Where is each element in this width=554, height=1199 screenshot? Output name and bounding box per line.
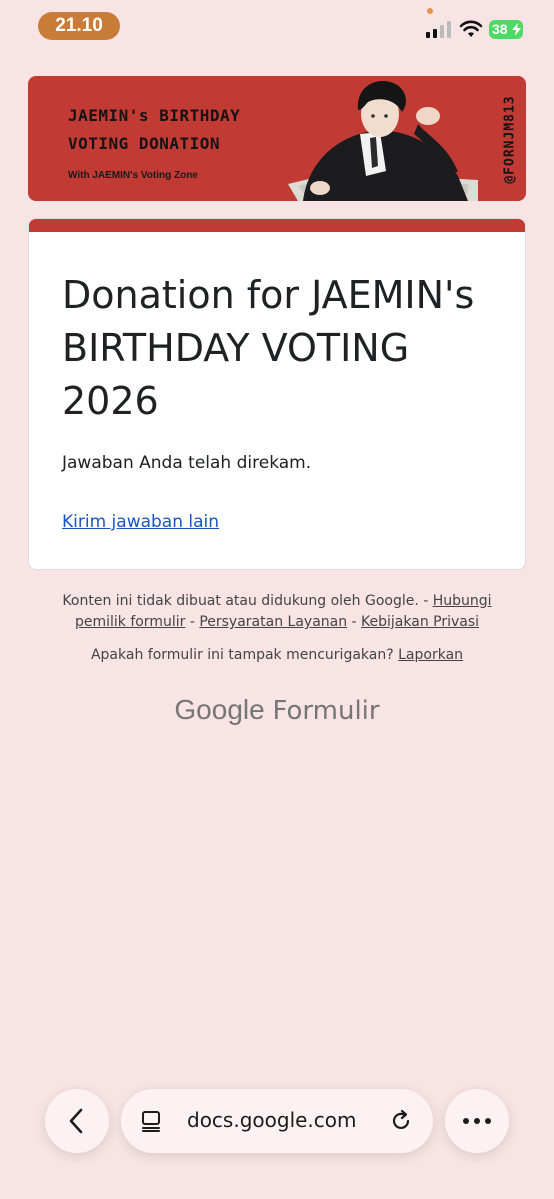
disclaimer-text: Konten ini tidak dibuat atau didukung ol…	[62, 593, 419, 609]
tabs-icon[interactable]	[141, 1110, 163, 1132]
more-icon	[463, 1118, 491, 1124]
banner-title-line1: JAEMIN's BIRTHDAY	[68, 106, 241, 125]
google-forms-logo: Google Formulir	[40, 694, 514, 726]
charging-bolt-icon	[512, 23, 521, 36]
submit-another-response-link[interactable]: Kirim jawaban lain	[62, 512, 219, 532]
banner-handle: @FORNJM813	[502, 94, 518, 184]
form-title: Donation for JAEMIN's BIRTHDAY VOTING 20…	[62, 273, 475, 423]
report-link[interactable]: Laporkan	[398, 647, 463, 663]
brand-google: Google	[174, 694, 265, 725]
response-card: Donation for JAEMIN's BIRTHDAY VOTING 20…	[28, 218, 526, 570]
brand-forms: Formulir	[272, 696, 380, 726]
battery-level: 38	[492, 21, 508, 37]
terms-link[interactable]: Persyaratan Layanan	[199, 614, 347, 630]
banner-title-line2: VOTING DONATION	[68, 134, 220, 153]
suspicious-question: Apakah formulir ini tampak mencurigakan?	[90, 647, 394, 663]
form-header-banner: JAEMIN's BIRTHDAY VOTING DONATION With J…	[28, 76, 526, 201]
wifi-icon	[459, 20, 483, 37]
chevron-left-icon	[69, 1108, 83, 1134]
banner-photo	[288, 81, 478, 201]
privacy-indicator-dot	[427, 8, 433, 14]
back-button[interactable]	[45, 1089, 109, 1153]
report-row: Apakah formulir ini tampak mencurigakan?…	[40, 647, 514, 663]
signal-icon	[426, 21, 451, 38]
footer-separator: -	[418, 593, 433, 609]
footer-separator: -	[185, 614, 200, 630]
confirmation-message: Jawaban Anda telah direkam.	[62, 453, 312, 473]
url-text[interactable]: docs.google.com	[187, 1108, 357, 1132]
reload-icon[interactable]	[389, 1109, 413, 1133]
privacy-link[interactable]: Kebijakan Privasi	[361, 614, 479, 630]
footer-separator: -	[347, 614, 362, 630]
banner-subtitle: With JAEMIN's Voting Zone	[68, 170, 198, 181]
page: 21.10 38 JAEMIN's BIRTHDAY VOTING DONATI…	[0, 0, 554, 1199]
status-time: 21.10	[38, 12, 120, 40]
footer-disclaimer: Konten ini tidak dibuat atau didukung ol…	[40, 591, 514, 633]
banner-title: JAEMIN's BIRTHDAY VOTING DONATION	[68, 102, 268, 158]
more-button[interactable]	[445, 1089, 509, 1153]
battery-indicator: 38	[489, 20, 523, 39]
card-accent-bar	[29, 219, 525, 232]
address-bar[interactable]: docs.google.com	[121, 1089, 433, 1153]
status-bar: 21.10 38	[0, 0, 554, 52]
